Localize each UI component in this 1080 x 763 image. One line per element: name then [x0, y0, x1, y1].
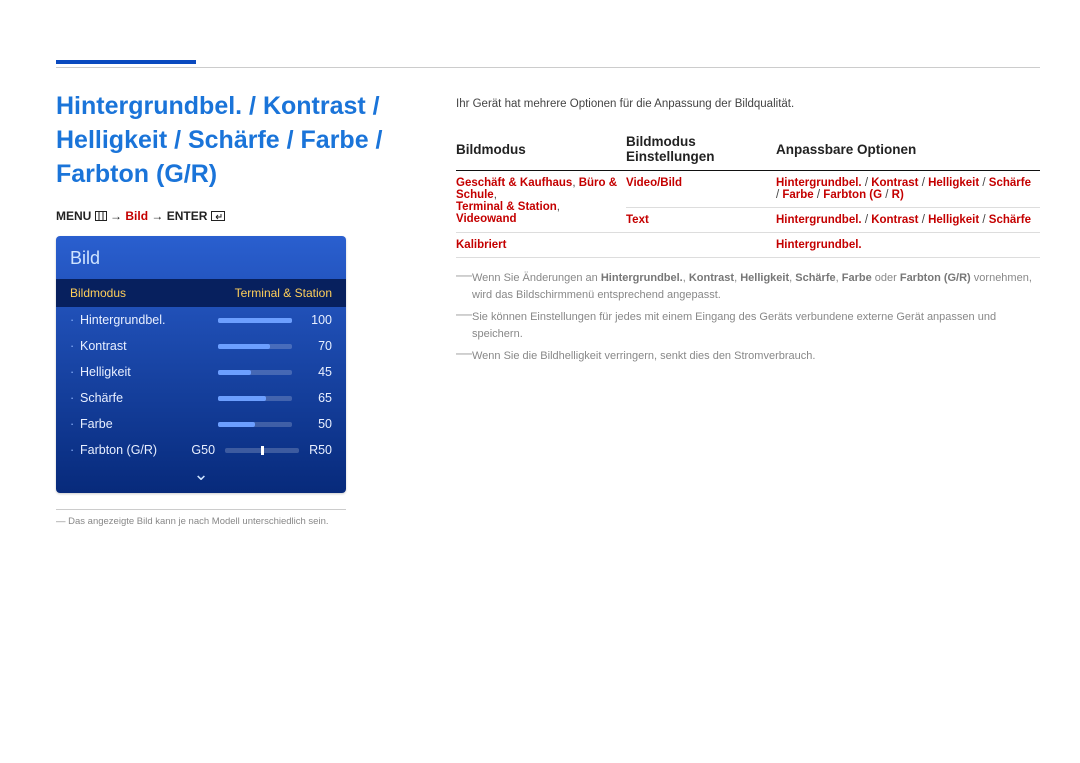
- osd-row[interactable]: ·Kontrast 70: [56, 333, 346, 359]
- osd-title: Bild: [56, 236, 346, 279]
- osd-row-value: 50: [302, 417, 332, 431]
- osd-row[interactable]: ·Farbe 50: [56, 411, 346, 437]
- table-cell: Text: [626, 208, 776, 233]
- bullet-icon: ·: [70, 391, 80, 405]
- osd-row-value: 65: [302, 391, 332, 405]
- osd-selected-label: Bildmodus: [70, 286, 235, 300]
- table-header: Bildmodus Einstellungen: [626, 130, 776, 171]
- footnote: ― Das angezeigte Bild kann je nach Model…: [56, 516, 426, 527]
- table-cell: Hintergrundbel.: [776, 233, 1040, 258]
- table-row: Geschäft & Kaufhaus, Büro & Schule,Termi…: [456, 171, 1040, 208]
- osd-row-name: Kontrast: [80, 339, 218, 353]
- left-column: Hintergrundbel. / Kontrast / Helligkeit …: [56, 90, 426, 527]
- table-cell: [626, 233, 776, 258]
- osd-selected-value: Terminal & Station: [235, 286, 332, 300]
- table-cell: Geschäft & Kaufhaus, Büro & Schule,Termi…: [456, 171, 626, 233]
- breadcrumb-menu: MENU: [56, 209, 91, 223]
- osd-selected-row[interactable]: Bildmodus Terminal & Station: [56, 279, 346, 307]
- osd-row-name: Farbton (G/R): [80, 443, 191, 457]
- notes: ―Wenn Sie Änderungen an Hintergrundbel.,…: [456, 270, 1040, 365]
- table-cell: Video/Bild: [626, 171, 776, 208]
- right-column: Ihr Gerät hat mehrere Optionen für die A…: [456, 98, 1040, 365]
- table-cell: Kalibriert: [456, 233, 626, 258]
- breadcrumb-sep: →: [110, 209, 122, 223]
- breadcrumb-sep: →: [151, 209, 163, 223]
- osd-row[interactable]: ·Helligkeit 45: [56, 359, 346, 385]
- footnote-text: Das angezeigte Bild kann je nach Modell …: [68, 516, 328, 527]
- osd-slider-fill: [218, 370, 251, 375]
- osd-row-value: 45: [302, 365, 332, 379]
- breadcrumb-enter: ENTER: [167, 209, 208, 223]
- intro-text: Ihr Gerät hat mehrere Optionen für die A…: [456, 98, 1040, 110]
- osd-row[interactable]: ·Schärfe 65: [56, 385, 346, 411]
- table-cell: Hintergrundbel. / Kontrast / Helligkeit …: [776, 208, 1040, 233]
- header-accent-bar: [56, 60, 196, 64]
- osd-row-name: Hintergrundbel.: [80, 313, 218, 327]
- note-item: ―Wenn Sie die Bildhelligkeit verringern,…: [456, 348, 1040, 365]
- table-cell: Hintergrundbel. / Kontrast / Helligkeit …: [776, 171, 1040, 208]
- footnote-divider: [56, 509, 346, 510]
- osd-row-name: Schärfe: [80, 391, 218, 405]
- osd-panel: Bild Bildmodus Terminal & Station ·Hinte…: [56, 236, 346, 493]
- bullet-icon: ·: [70, 417, 80, 431]
- osd-row[interactable]: ·Hintergrundbel. 100: [56, 307, 346, 333]
- osd-gr-track[interactable]: [225, 448, 299, 453]
- osd-row-name: Farbe: [80, 417, 218, 431]
- osd-r-value: R50: [309, 443, 332, 457]
- osd-row-value: 100: [302, 313, 332, 327]
- page-title: Hintergrundbel. / Kontrast / Helligkeit …: [56, 90, 426, 191]
- osd-slider-fill: [218, 396, 266, 401]
- dash-icon: ―: [456, 270, 472, 282]
- chevron-down-icon[interactable]: ⌄: [56, 463, 346, 487]
- header-divider: [56, 67, 1040, 68]
- enter-key-icon: [211, 210, 225, 224]
- osd-g-value: G50: [191, 443, 215, 457]
- table-row: Kalibriert Hintergrundbel.: [456, 233, 1040, 258]
- note-item: ―Sie können Einstellungen für jedes mit …: [456, 309, 1040, 342]
- options-table: Bildmodus Bildmodus Einstellungen Anpass…: [456, 130, 1040, 258]
- bullet-icon: ·: [70, 365, 80, 379]
- slider-thumb-icon: [261, 446, 264, 455]
- bullet-icon: ·: [70, 443, 80, 457]
- table-header: Bildmodus: [456, 130, 626, 171]
- table-header: Anpassbare Optionen: [776, 130, 1040, 171]
- osd-slider-track[interactable]: [218, 370, 292, 375]
- bullet-icon: ·: [70, 339, 80, 353]
- breadcrumb: MENU → Bild → ENTER: [56, 209, 426, 224]
- osd-slider-fill: [218, 422, 255, 427]
- osd-row-farbton[interactable]: · Farbton (G/R) G50 R50: [56, 437, 346, 463]
- menu-grid-icon: [95, 210, 107, 224]
- osd-row-value: 70: [302, 339, 332, 353]
- bullet-icon: ·: [70, 313, 80, 327]
- footnote-marker: ―: [56, 516, 66, 527]
- osd-slider-fill: [218, 344, 270, 349]
- osd-row-name: Helligkeit: [80, 365, 218, 379]
- breadcrumb-bild: Bild: [125, 209, 148, 223]
- osd-slider-track[interactable]: [218, 422, 292, 427]
- osd-slider-track[interactable]: [218, 344, 292, 349]
- osd-slider-track[interactable]: [218, 396, 292, 401]
- dash-icon: ―: [456, 348, 472, 360]
- dash-icon: ―: [456, 309, 472, 321]
- osd-slider-track[interactable]: [218, 318, 292, 323]
- note-item: ―Wenn Sie Änderungen an Hintergrundbel.,…: [456, 270, 1040, 303]
- osd-slider-fill: [218, 318, 292, 323]
